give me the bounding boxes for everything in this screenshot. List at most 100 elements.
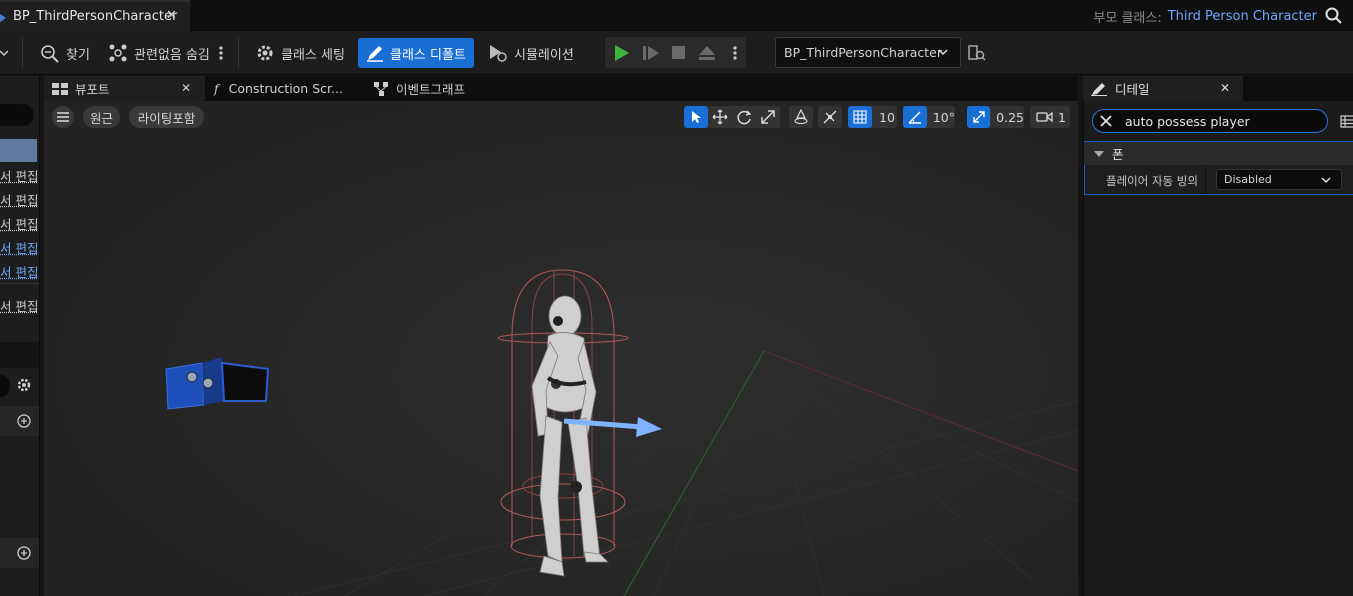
blueprint-select-value: BP_ThirdPersonCharacter: [784, 45, 942, 60]
eject-icon[interactable]: [697, 44, 717, 62]
selected-row[interactable]: [0, 139, 37, 162]
add-icon[interactable]: [17, 546, 31, 560]
edit-link[interactable]: 서 편집: [0, 238, 38, 256]
property-row: 플레이어 자동 빙의 Disabled: [1084, 165, 1353, 195]
class-settings-label: 클래스 세팅: [281, 47, 345, 63]
scale-snap-icon: [967, 106, 991, 128]
toolbar: 찾기 관련없음 숨김 클래스 세팅 클래스 디폴트 시뮬레이션 BP_Third…: [0, 31, 1353, 75]
scale-icon[interactable]: [756, 109, 780, 125]
clear-icon[interactable]: [1099, 114, 1113, 128]
camera-speed-button[interactable]: 1: [1030, 106, 1070, 128]
scale-snap-value: 0.25: [996, 109, 1024, 125]
lighting-mode-button[interactable]: 라이팅포함: [129, 106, 204, 128]
property-label: 플레이어 자동 빙의: [1106, 174, 1198, 188]
chevron-down-icon: [938, 49, 948, 56]
class-settings-button[interactable]: 클래스 세팅: [255, 38, 345, 68]
move-icon[interactable]: [708, 109, 732, 125]
grid-snap-button[interactable]: 10: [848, 106, 897, 128]
camera-component[interactable]: [162, 349, 274, 417]
more-options-icon[interactable]: [218, 38, 230, 68]
step-icon[interactable]: [642, 44, 660, 62]
details-panel: auto possess player 폰 플레이어 자동 빙의 Disable…: [1083, 101, 1353, 596]
surface-snapping-button[interactable]: [818, 106, 842, 128]
rotate-icon[interactable]: [732, 109, 756, 125]
tab-construction-script[interactable]: f Construction Scr...: [214, 76, 343, 101]
divider: [1205, 165, 1206, 194]
edit-link[interactable]: 서 편집: [0, 296, 38, 314]
perspective-button[interactable]: 원근: [83, 106, 120, 128]
find-button[interactable]: 찾기: [40, 38, 90, 68]
find-icon: [41, 45, 59, 63]
tab-viewport-label: 뷰포트: [75, 82, 110, 97]
blueprint-debug-select[interactable]: BP_ThirdPersonCharacter: [775, 37, 961, 68]
tab-details-label: 디테일: [1115, 82, 1150, 97]
transform-tools: [684, 106, 780, 128]
hamburger-icon: [57, 112, 69, 122]
divider: [238, 37, 239, 69]
viewport-menu-button[interactable]: [52, 106, 74, 128]
chevron-down-icon[interactable]: [0, 38, 14, 68]
search-icon[interactable]: [1325, 7, 1343, 25]
grid-icon: [848, 106, 872, 128]
more-options-icon[interactable]: [732, 45, 738, 61]
divider: [0, 283, 39, 284]
perspective-label: 원근: [89, 110, 113, 126]
rotation-snap-value: 10°: [932, 109, 955, 125]
edit-link[interactable]: 서 편집: [0, 214, 38, 232]
viewport[interactable]: 원근 라이팅포함 10 10° 0.25 1: [44, 101, 1078, 596]
close-icon[interactable]: ✕: [166, 8, 177, 23]
tab-viewport[interactable]: 뷰포트 ✕: [44, 76, 205, 101]
auto-possess-player-select[interactable]: Disabled: [1216, 169, 1342, 190]
stop-icon[interactable]: [671, 45, 687, 61]
snap-icon: [823, 110, 837, 124]
details-tabs: 디테일 ✕: [1083, 76, 1353, 101]
tab-details[interactable]: 디테일 ✕: [1083, 76, 1243, 101]
surface-snap-icon: [794, 109, 808, 124]
tab-event-graph-label: 이벤트그래프: [396, 82, 466, 97]
select-icon[interactable]: [684, 106, 708, 128]
property-matrix-icon[interactable]: [1340, 114, 1353, 128]
divider: [22, 37, 23, 69]
tab-construction-script-label: Construction Scr...: [228, 81, 343, 96]
viewport-icon: [52, 82, 68, 95]
document-tab[interactable]: BP_ThirdPersonCharacter ✕: [0, 0, 190, 31]
details-search-value: auto possess player: [1125, 113, 1250, 129]
title-bar: BP_ThirdPersonCharacter ✕ 부모 클래스: Third …: [0, 0, 1353, 31]
property-value: Disabled: [1224, 173, 1272, 186]
close-icon[interactable]: ✕: [1220, 81, 1230, 95]
edit-link[interactable]: 서 편집: [0, 262, 38, 280]
gear-icon[interactable]: [16, 377, 32, 393]
grid-snap-value: 10: [879, 109, 895, 125]
close-icon[interactable]: ✕: [181, 81, 191, 95]
class-defaults-button[interactable]: 클래스 디폴트: [358, 38, 474, 68]
details-search-input[interactable]: auto possess player: [1092, 109, 1328, 133]
edit-link[interactable]: 서 편집: [0, 190, 38, 208]
browse-icon[interactable]: [968, 44, 986, 62]
parent-class-label: 부모 클래스:: [1093, 10, 1162, 26]
editor-tabs: 뷰포트 ✕ f Construction Scr... 이벤트그래프: [44, 76, 1078, 101]
lighting-label: 라이팅포함: [137, 110, 196, 126]
play-icon[interactable]: [613, 44, 631, 62]
left-search-input[interactable]: [0, 375, 10, 397]
hide-unrelated-button[interactable]: 관련없음 숨김: [108, 38, 210, 68]
tab-event-graph[interactable]: 이벤트그래프: [374, 76, 465, 101]
category-pawn[interactable]: 폰: [1084, 141, 1353, 165]
blueprint-icon: [0, 13, 6, 23]
simulation-button[interactable]: 시뮬레이션: [488, 38, 574, 68]
class-defaults-label: 클래스 디폴트: [390, 47, 466, 63]
rotation-snap-button[interactable]: 10°: [903, 106, 955, 128]
left-search-input[interactable]: [0, 104, 34, 126]
triangle-down-icon: [1094, 150, 1104, 157]
graph-icon: [374, 81, 388, 96]
add-icon[interactable]: [17, 414, 31, 428]
parent-class-link[interactable]: Third Person Character: [1168, 9, 1317, 24]
document-tab-title: BP_ThirdPersonCharacter: [13, 9, 178, 24]
edit-link[interactable]: 서 편집: [0, 166, 38, 184]
scale-snap-button[interactable]: 0.25: [967, 106, 1024, 128]
chevron-down-icon: [1321, 177, 1331, 184]
world-local-button[interactable]: [789, 106, 813, 128]
arrow-component[interactable]: [562, 415, 664, 439]
function-icon: f: [214, 81, 219, 96]
nodes-icon: [109, 44, 127, 62]
edit-icon: [367, 46, 383, 62]
